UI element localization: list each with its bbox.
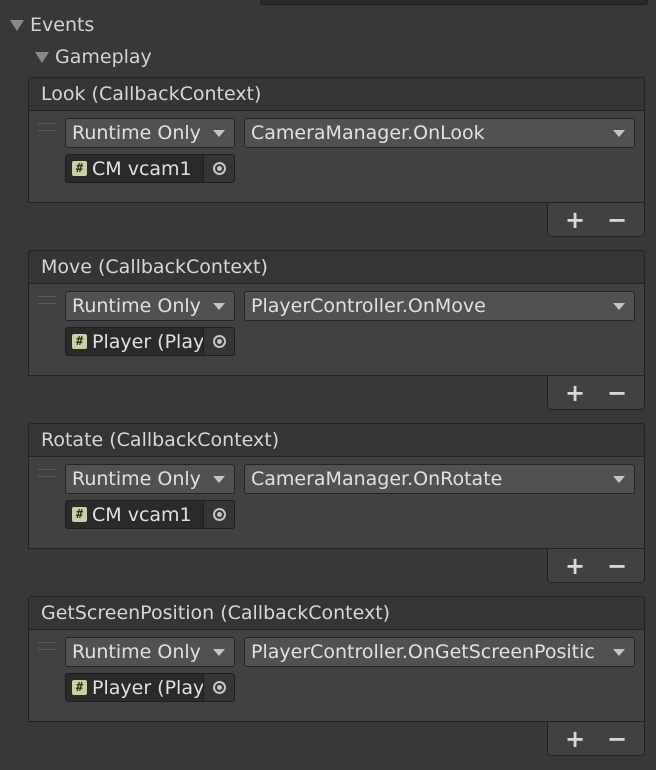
- add-listener-button[interactable]: +: [560, 208, 590, 232]
- foldout-arrow-icon[interactable]: [35, 51, 49, 63]
- list-footer: + −: [547, 376, 645, 410]
- script-icon: #: [72, 161, 87, 176]
- chevron-down-icon: [213, 302, 225, 310]
- event-header: Move (CallbackContext): [28, 250, 645, 284]
- event-listener-list: Runtime Only CameraManager.OnLook # CM v…: [28, 111, 645, 203]
- chevron-down-icon: [213, 475, 225, 483]
- event-header: Rotate (CallbackContext): [28, 423, 645, 457]
- remove-listener-button[interactable]: −: [602, 208, 632, 232]
- object-picker-button[interactable]: [203, 155, 234, 182]
- event-rotate: Rotate (CallbackContext) Runtime Only Ca…: [28, 423, 645, 583]
- call-mode-dropdown[interactable]: Runtime Only: [65, 637, 235, 667]
- call-mode-dropdown[interactable]: Runtime Only: [65, 291, 235, 321]
- events-foldout[interactable]: Events: [10, 14, 94, 36]
- target-object-field[interactable]: # CM vcam1: [65, 154, 235, 183]
- event-header-label: Move (CallbackContext): [41, 256, 268, 278]
- event-header: GetScreenPosition (CallbackContext): [28, 596, 645, 630]
- add-listener-button[interactable]: +: [560, 554, 590, 578]
- chevron-down-icon: [613, 648, 625, 656]
- list-footer: + −: [547, 203, 645, 237]
- remove-listener-button[interactable]: −: [602, 554, 632, 578]
- chevron-down-icon: [613, 475, 625, 483]
- function-dropdown[interactable]: CameraManager.OnRotate: [244, 464, 635, 494]
- event-look: Look (CallbackContext) Runtime Only Came…: [28, 77, 645, 237]
- drag-handle-icon[interactable]: [38, 123, 56, 131]
- list-footer: + −: [547, 722, 645, 756]
- remove-listener-button[interactable]: −: [602, 727, 632, 751]
- object-picker-button[interactable]: [203, 674, 234, 701]
- event-header: Look (CallbackContext): [28, 77, 645, 111]
- target-object-field[interactable]: # Player (Play: [65, 327, 235, 356]
- remove-listener-button[interactable]: −: [602, 381, 632, 405]
- add-listener-button[interactable]: +: [560, 381, 590, 405]
- previous-field-edge: [260, 0, 648, 5]
- target-icon: [212, 162, 226, 175]
- event-header-label: Look (CallbackContext): [41, 83, 262, 105]
- events-foldout-label: Events: [30, 14, 95, 36]
- object-picker-button[interactable]: [203, 501, 234, 528]
- object-picker-button[interactable]: [203, 328, 234, 355]
- script-icon: #: [72, 334, 87, 349]
- target-object-field[interactable]: # CM vcam1: [65, 500, 235, 529]
- event-get-screen-position: GetScreenPosition (CallbackContext) Runt…: [28, 596, 645, 756]
- gameplay-foldout[interactable]: Gameplay: [35, 46, 152, 68]
- call-mode-dropdown[interactable]: Runtime Only: [65, 464, 235, 494]
- target-icon: [212, 681, 226, 694]
- gameplay-foldout-label: Gameplay: [55, 46, 152, 68]
- foldout-arrow-icon[interactable]: [10, 19, 24, 31]
- chevron-down-icon: [613, 129, 625, 137]
- drag-handle-icon[interactable]: [38, 469, 56, 477]
- target-icon: [212, 335, 226, 348]
- event-header-label: GetScreenPosition (CallbackContext): [41, 602, 391, 624]
- event-listener-list: Runtime Only PlayerController.OnGetScree…: [28, 630, 645, 722]
- target-icon: [212, 508, 226, 521]
- chevron-down-icon: [213, 648, 225, 656]
- script-icon: #: [72, 680, 87, 695]
- list-footer: + −: [547, 549, 645, 583]
- event-header-label: Rotate (CallbackContext): [41, 429, 280, 451]
- event-listener-list: Runtime Only CameraManager.OnRotate # CM…: [28, 457, 645, 549]
- drag-handle-icon[interactable]: [38, 642, 56, 650]
- drag-handle-icon[interactable]: [38, 296, 56, 304]
- script-icon: #: [72, 507, 87, 522]
- chevron-down-icon: [613, 302, 625, 310]
- function-dropdown[interactable]: PlayerController.OnGetScreenPositic: [244, 637, 635, 667]
- event-move: Move (CallbackContext) Runtime Only Play…: [28, 250, 645, 410]
- call-mode-dropdown[interactable]: Runtime Only: [65, 118, 235, 148]
- function-dropdown[interactable]: PlayerController.OnMove: [244, 291, 635, 321]
- add-listener-button[interactable]: +: [560, 727, 590, 751]
- event-listener-list: Runtime Only PlayerController.OnMove # P…: [28, 284, 645, 376]
- target-object-field[interactable]: # Player (Play: [65, 673, 235, 702]
- chevron-down-icon: [213, 129, 225, 137]
- function-dropdown[interactable]: CameraManager.OnLook: [244, 118, 635, 148]
